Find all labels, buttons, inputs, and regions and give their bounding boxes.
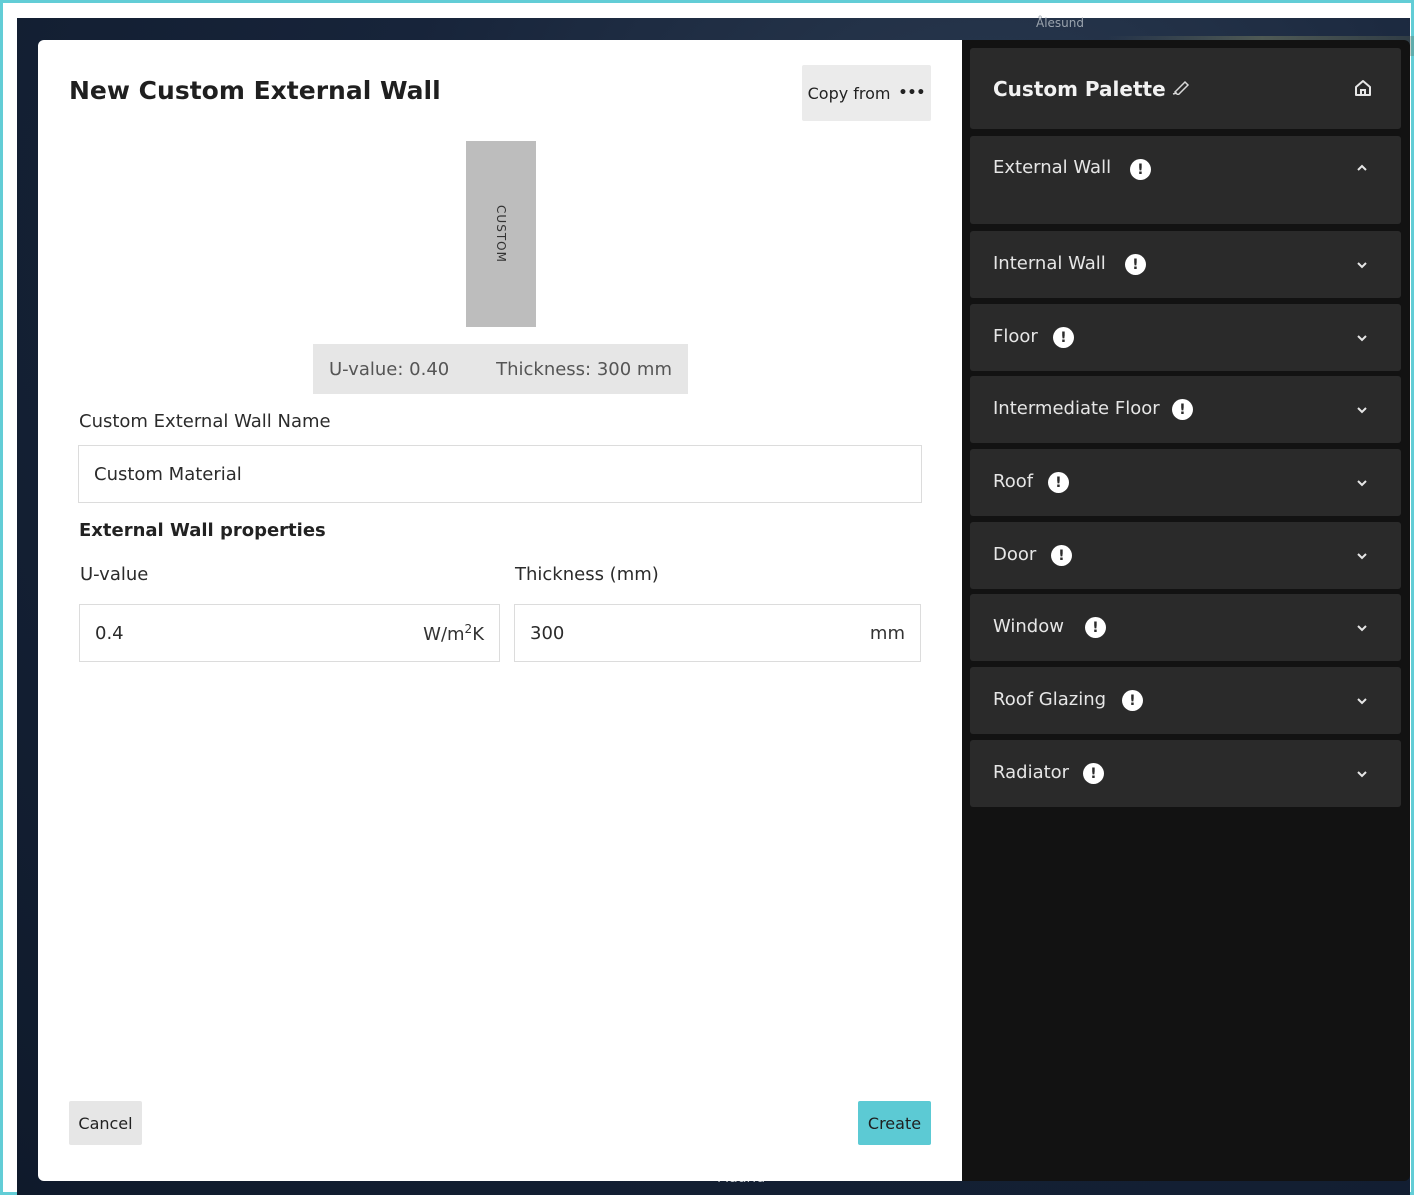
palette-item-radiator[interactable]: Radiator ! [970,740,1401,807]
wall-preview: CUSTOM [466,141,536,327]
thickness-input-value: 300 [530,622,565,644]
palette-title: Custom Palette [993,77,1166,101]
name-field-label: Custom External Wall Name [79,411,331,432]
properties-heading: External Wall properties [79,520,326,541]
palette-item-floor[interactable]: Floor ! [970,304,1401,371]
chevron-down-icon[interactable] [1355,623,1369,633]
palette-item-label: Radiator [993,762,1070,783]
palette-item-window[interactable]: Window ! [970,594,1401,661]
chevron-down-icon[interactable] [1355,478,1369,488]
u-value-summary: U-value: 0.40 [329,358,450,380]
thickness-unit: mm [869,622,905,644]
create-button[interactable]: Create [858,1101,931,1145]
palette-item-intermediate-floor[interactable]: Intermediate Floor ! [970,376,1401,443]
u-value-label: U-value [80,564,149,585]
thickness-label: Thickness (mm) [515,564,659,585]
exclamation-circle-icon: ! [1083,763,1104,784]
wall-summary-bar: U-value: 0.40 Thickness: 300 mm [313,344,688,394]
palette-item-roof[interactable]: Roof ! [970,449,1401,516]
pencil-icon[interactable] [1172,79,1192,95]
palette-header: Custom Palette [970,48,1401,129]
exclamation-circle-icon: ! [1122,690,1143,711]
exclamation-circle-icon: ! [1130,159,1151,180]
wall-preview-label: CUSTOM [494,205,508,263]
chevron-down-icon[interactable] [1355,405,1369,415]
u-value-unit: W/m2K [423,621,484,645]
ellipsis-icon: ••• [898,85,926,101]
palette-item-label: Intermediate Floor [993,398,1160,419]
custom-palette-panel: Custom Palette External Wall ! Internal … [962,40,1410,1181]
u-value-input-value: 0.4 [95,622,124,644]
exclamation-circle-icon: ! [1053,327,1074,348]
palette-item-door[interactable]: Door ! [970,522,1401,589]
palette-item-external-wall[interactable]: External Wall ! [970,136,1401,224]
home-icon[interactable] [1353,78,1373,98]
name-input[interactable]: Custom Material [78,445,922,503]
chevron-down-icon[interactable] [1355,551,1369,561]
palette-item-internal-wall[interactable]: Internal Wall ! [970,231,1401,298]
new-custom-wall-dialog: New Custom External Wall Copy from ••• C… [38,40,962,1181]
copy-from-label: Copy from [807,83,891,103]
exclamation-circle-icon: ! [1051,545,1072,566]
exclamation-circle-icon: ! [1048,472,1069,493]
thickness-summary: Thickness: 300 mm [496,358,672,380]
palette-item-label: Roof [993,471,1034,492]
palette-item-label: Roof Glazing [993,689,1107,710]
chevron-up-icon[interactable] [1355,163,1369,173]
map-city-label: Ålesund [1036,16,1085,30]
palette-item-label: Window [993,616,1064,637]
palette-item-roof-glazing[interactable]: Roof Glazing ! [970,667,1401,734]
chevron-down-icon[interactable] [1355,333,1369,343]
exclamation-circle-icon: ! [1085,617,1106,638]
u-value-input[interactable]: 0.4 W/m2K [79,604,500,662]
thickness-input[interactable]: 300 mm [514,604,921,662]
exclamation-circle-icon: ! [1172,399,1193,420]
palette-item-label: Internal Wall [993,253,1106,274]
dialog-title: New Custom External Wall [69,76,441,105]
palette-item-label: Floor [993,326,1038,347]
chevron-down-icon[interactable] [1355,260,1369,270]
name-input-value: Custom Material [94,463,242,485]
palette-item-label: Door [993,544,1037,565]
chevron-down-icon[interactable] [1355,769,1369,779]
copy-from-button[interactable]: Copy from ••• [802,65,931,121]
cancel-button[interactable]: Cancel [69,1101,142,1145]
chevron-down-icon[interactable] [1355,696,1369,706]
exclamation-circle-icon: ! [1125,254,1146,275]
palette-item-label: External Wall [993,157,1112,178]
